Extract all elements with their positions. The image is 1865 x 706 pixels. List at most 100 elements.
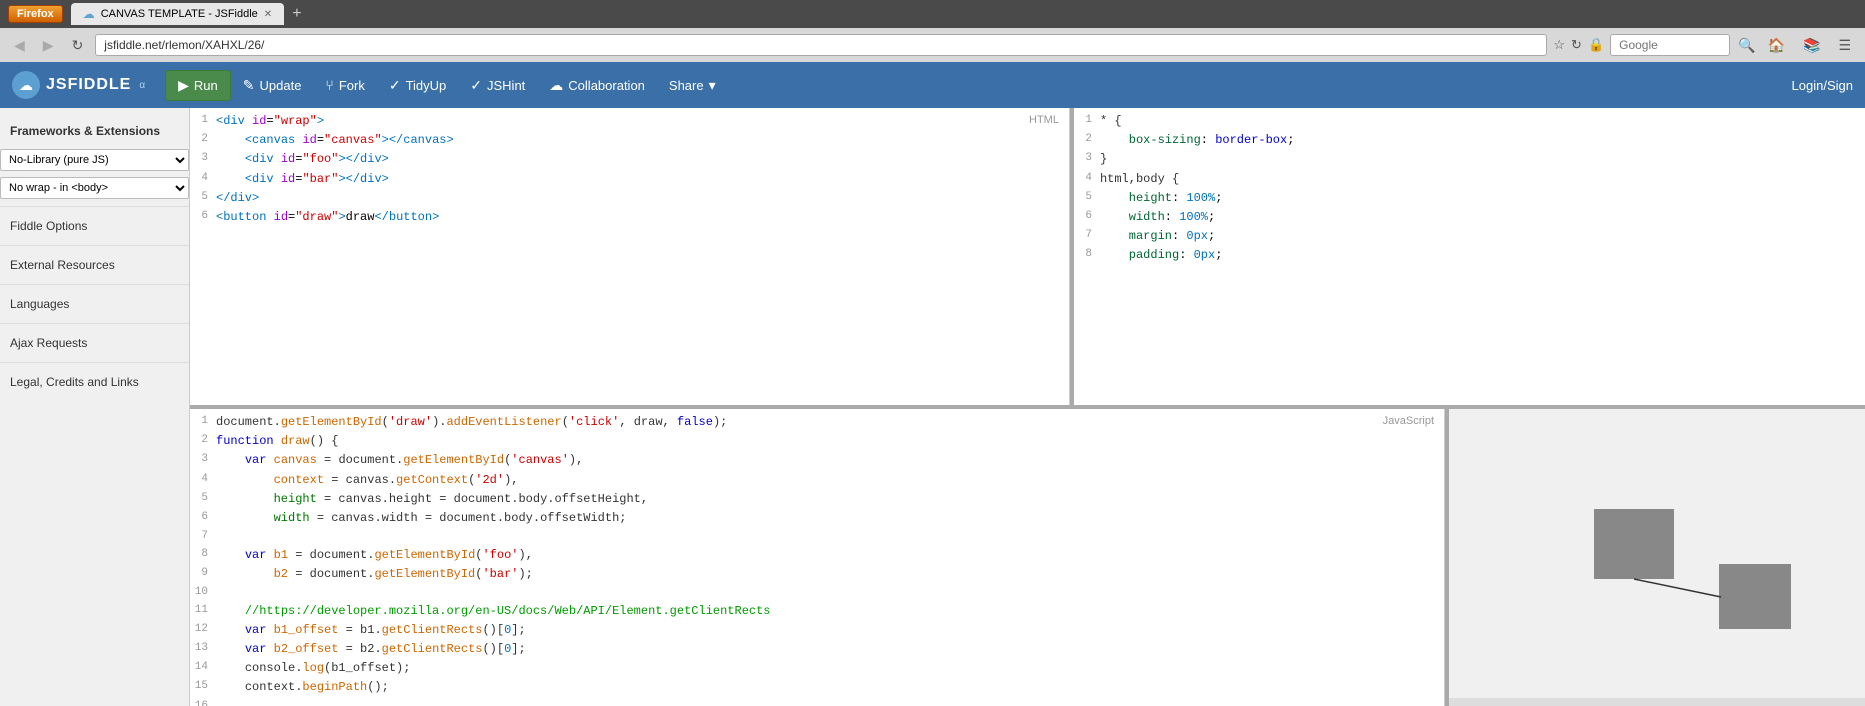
table-row: 15 context.beginPath(); xyxy=(190,678,1444,697)
new-tab-button[interactable]: + xyxy=(292,5,301,23)
identity-icon[interactable]: 🔒 xyxy=(1588,37,1604,53)
fork-button[interactable]: ⑂ Fork xyxy=(313,71,376,99)
share-dropdown-icon: ▾ xyxy=(709,77,716,94)
html-panel-label: HTML xyxy=(1029,114,1059,126)
collaboration-icon: ☁ xyxy=(549,77,563,94)
table-row: 2 <canvas id="canvas"></canvas> xyxy=(190,131,1069,150)
jsfiddle-toolbar: ☁ JSFIDDLE α ▶ Run ✎ Update ⑂ Fork ✓ Tid… xyxy=(0,62,1865,108)
jshint-icon: ✓ xyxy=(470,77,482,94)
table-row: 3 var canvas = document.getElementById('… xyxy=(190,451,1444,470)
table-row: 4 context = canvas.getContext('2d'), xyxy=(190,471,1444,490)
collaboration-button[interactable]: ☁ Collaboration xyxy=(537,71,657,100)
library-select[interactable]: No-Library (pure JS) xyxy=(0,149,189,171)
bookmarks-button[interactable]: 📚 xyxy=(1797,35,1826,56)
code-area: HTML 1<div id="wrap"> 2 <canvas id="canv… xyxy=(190,108,1865,706)
result-panel xyxy=(1445,409,1865,706)
sidebar-divider-5 xyxy=(0,362,189,363)
sidebar-divider-1 xyxy=(0,206,189,207)
refresh-button[interactable]: ↻ xyxy=(66,35,90,56)
fork-label: Fork xyxy=(339,78,365,93)
jshint-button[interactable]: ✓ JSHint xyxy=(458,71,537,100)
table-row: 3 <div id="foo"></div> xyxy=(190,150,1069,169)
bookmark-icon[interactable]: ☆ xyxy=(1553,37,1565,53)
table-row: 1* { xyxy=(1074,112,1865,131)
sidebar-divider-4 xyxy=(0,323,189,324)
table-row: 9 b2 = document.getElementById('bar'); xyxy=(190,565,1444,584)
logo-icon: ☁ xyxy=(12,71,40,99)
sidebar-item-ajax-requests[interactable]: Ajax Requests xyxy=(0,328,189,358)
js-code-content[interactable]: 1document.getElementById('draw').addEven… xyxy=(190,409,1444,706)
sidebar-item-languages[interactable]: Languages xyxy=(0,289,189,319)
canvas-result-svg xyxy=(1449,409,1865,706)
sidebar-item-external-resources[interactable]: External Resources xyxy=(0,250,189,280)
table-row: 6 width = canvas.width = document.body.o… xyxy=(190,509,1444,528)
run-icon: ▶ xyxy=(178,77,189,94)
tab-icon: ☁ xyxy=(83,7,95,21)
table-row: 16 xyxy=(190,698,1444,706)
table-row: 7 xyxy=(190,528,1444,546)
forward-button[interactable]: ▶ xyxy=(37,35,60,56)
table-row: 6 width: 100%; xyxy=(1074,208,1865,227)
update-button[interactable]: ✎ Update xyxy=(231,71,314,100)
wrap-select[interactable]: No wrap - in <body> xyxy=(0,177,189,199)
sidebar-item-legal[interactable]: Legal, Credits and Links xyxy=(0,367,189,397)
update-icon: ✎ xyxy=(243,77,255,94)
html-panel: HTML 1<div id="wrap"> 2 <canvas id="canv… xyxy=(190,108,1070,405)
browser-chrome: Firefox ☁ CANVAS TEMPLATE - JSFiddle ✕ + xyxy=(0,0,1865,28)
run-button[interactable]: ▶ Run xyxy=(165,70,231,101)
frameworks-section-label: Frameworks & Extensions xyxy=(0,116,189,146)
table-row: 12 var b1_offset = b1.getClientRects()[0… xyxy=(190,621,1444,640)
url-input[interactable] xyxy=(95,34,1547,56)
table-row: 8 padding: 0px; xyxy=(1074,246,1865,265)
jsfiddle-logo: ☁ JSFIDDLE α xyxy=(12,71,145,99)
table-row: 3} xyxy=(1074,150,1865,169)
collaboration-label: Collaboration xyxy=(568,78,645,93)
url-bar: ◀ ▶ ↻ ☆ ↻ 🔒 🔍 🏠 📚 ☰ xyxy=(0,28,1865,62)
bottom-panels: JavaScript 1document.getElementById('dra… xyxy=(190,409,1865,706)
table-row: 4html,body { xyxy=(1074,170,1865,189)
sidebar-divider-3 xyxy=(0,284,189,285)
html-code-content[interactable]: 1<div id="wrap"> 2 <canvas id="canvas"><… xyxy=(190,108,1069,405)
sidebar-item-fiddle-options[interactable]: Fiddle Options xyxy=(0,211,189,241)
table-row: 4 <div id="bar"></div> xyxy=(190,170,1069,189)
css-panel: 1* { 2 box-sizing: border-box; 3} 4html,… xyxy=(1074,108,1865,405)
scroll-indicator xyxy=(1449,698,1865,706)
table-row: 2 box-sizing: border-box; xyxy=(1074,131,1865,150)
update-label: Update xyxy=(260,78,302,93)
table-row: 13 var b2_offset = b2.getClientRects()[0… xyxy=(190,640,1444,659)
back-button[interactable]: ◀ xyxy=(8,35,31,56)
canvas-box-2 xyxy=(1719,564,1791,629)
table-row: 2function draw() { xyxy=(190,432,1444,451)
home-button[interactable]: 🏠 xyxy=(1762,35,1791,56)
js-panel-label: JavaScript xyxy=(1383,415,1434,427)
browser-tab[interactable]: ☁ CANVAS TEMPLATE - JSFiddle ✕ xyxy=(71,3,285,25)
table-row: 1<div id="wrap"> xyxy=(190,112,1069,131)
search-icon[interactable]: 🔍 xyxy=(1738,37,1755,54)
css-code-content[interactable]: 1* { 2 box-sizing: border-box; 3} 4html,… xyxy=(1074,108,1865,405)
jshint-label: JSHint xyxy=(487,78,525,93)
sidebar: Frameworks & Extensions No-Library (pure… xyxy=(0,108,190,706)
sidebar-divider-2 xyxy=(0,245,189,246)
table-row: 5</div> xyxy=(190,189,1069,208)
table-row: 11 //https://developer.mozilla.org/en-US… xyxy=(190,602,1444,621)
table-row: 7 margin: 0px; xyxy=(1074,227,1865,246)
table-row: 8 var b1 = document.getElementById('foo'… xyxy=(190,546,1444,565)
table-row: 5 height = canvas.height = document.body… xyxy=(190,490,1444,509)
tab-close-icon[interactable]: ✕ xyxy=(264,9,272,20)
logo-text: JSFIDDLE xyxy=(46,76,131,94)
table-row: 10 xyxy=(190,584,1444,602)
share-button[interactable]: Share ▾ xyxy=(657,71,728,100)
firefox-menu-button[interactable]: Firefox xyxy=(8,5,63,23)
js-panel: JavaScript 1document.getElementById('dra… xyxy=(190,409,1445,706)
refresh-icon[interactable]: ↻ xyxy=(1571,37,1582,53)
login-button[interactable]: Login/Sign xyxy=(1792,78,1853,93)
logo-alpha-badge: α xyxy=(139,80,145,91)
table-row: 6<button id="draw">draw</button> xyxy=(190,208,1069,227)
search-input[interactable] xyxy=(1610,34,1730,56)
table-row: 5 height: 100%; xyxy=(1074,189,1865,208)
tab-title: CANVAS TEMPLATE - JSFiddle xyxy=(101,8,258,20)
run-label: Run xyxy=(194,78,218,93)
canvas-line xyxy=(1634,579,1721,597)
tidyup-button[interactable]: ✓ TidyUp xyxy=(377,71,458,100)
menu-button[interactable]: ☰ xyxy=(1832,35,1857,56)
